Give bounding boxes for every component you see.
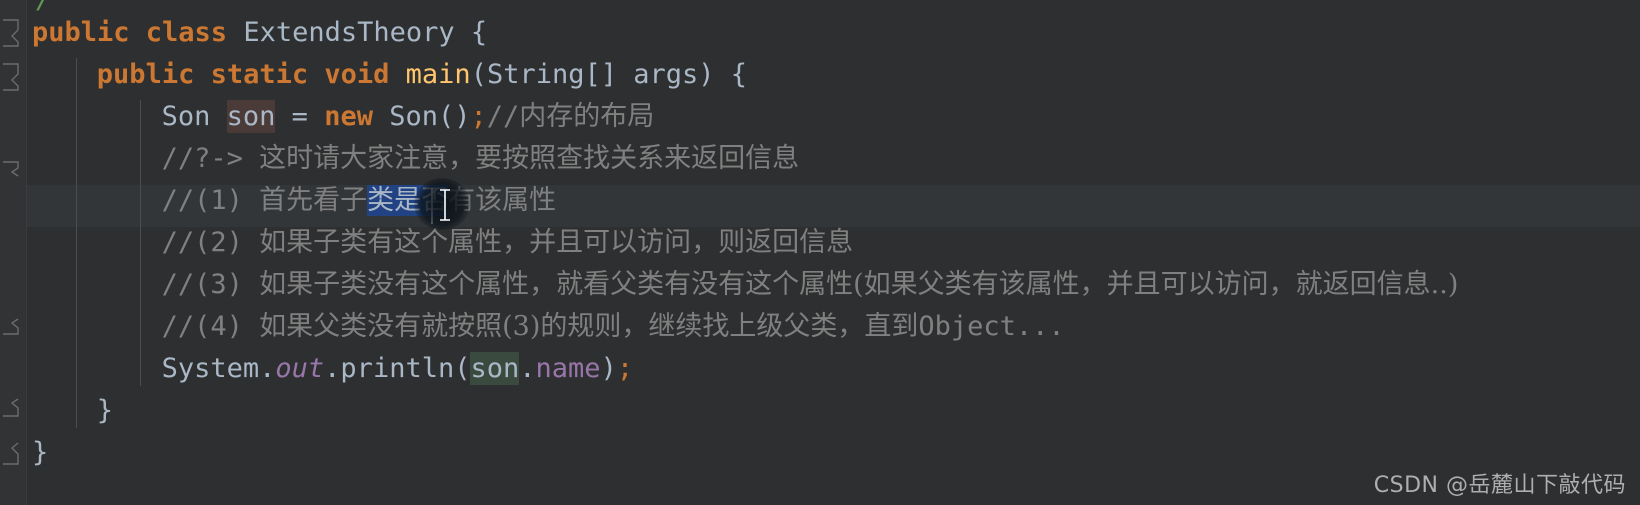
code-line[interactable]: //(3) 如果子类没有这个属性，就看父类有没有这个属性(如果父类有该属性，并且… bbox=[162, 264, 1640, 306]
code-token: //(2) bbox=[161, 227, 260, 258]
code-token: 这时请大家注意，要按照查找关系来返回信息 bbox=[259, 143, 800, 174]
code-line[interactable]: } bbox=[97, 390, 1640, 432]
code-content[interactable]: public class ExtendsTheory { public stati… bbox=[27, 0, 1640, 505]
code-token: 如果父类没有就按照(3)的规则，继续找上级父类，直到 bbox=[259, 311, 919, 342]
code-token: 首先看子 bbox=[259, 185, 368, 216]
code-token: .println( bbox=[324, 353, 471, 384]
code-token: Object... bbox=[918, 311, 1065, 342]
code-token: Son bbox=[161, 101, 227, 132]
code-line-text: //(2) 如果子类有这个属性，并且可以访问，则返回信息 bbox=[162, 227, 854, 258]
code-line[interactable]: public class ExtendsTheory { bbox=[32, 12, 1640, 54]
code-token: new bbox=[324, 101, 390, 132]
fold-marker-body-start[interactable] bbox=[2, 160, 22, 178]
code-line-text: public class ExtendsTheory { bbox=[32, 17, 487, 48]
code-token: (String[] args) { bbox=[470, 59, 748, 90]
code-token: //(1) bbox=[161, 185, 260, 216]
editor-gutter[interactable] bbox=[0, 0, 27, 505]
fold-marker-class-close[interactable] bbox=[2, 442, 22, 466]
code-line-text: public static void main(String[] args) { bbox=[97, 59, 747, 90]
code-token: System. bbox=[161, 353, 276, 384]
code-token: name bbox=[535, 353, 601, 384]
code-line-text: //?-> 这时请大家注意，要按照查找关系来返回信息 bbox=[162, 143, 800, 174]
code-editor[interactable]: / public class ExtendsTheory { public sta… bbox=[0, 0, 1640, 505]
clipped-comment-glyph: / bbox=[36, 0, 52, 15]
code-token: ) bbox=[600, 353, 617, 384]
code-token: } bbox=[32, 437, 49, 468]
code-line[interactable]: Son son = new Son();//内存的布局 bbox=[162, 96, 1640, 138]
code-token: 如果子类有这个属性，并且可以访问，则返回信息 bbox=[259, 227, 854, 258]
csdn-watermark: CSDN @岳麓山下敲代码 bbox=[1373, 473, 1626, 498]
code-token: = bbox=[275, 101, 325, 132]
code-token: . bbox=[519, 353, 536, 384]
code-token: Son() bbox=[389, 101, 471, 132]
code-line[interactable]: //(4) 如果父类没有就按照(3)的规则，继续找上级父类，直到Object..… bbox=[162, 306, 1640, 348]
code-line-text: } bbox=[32, 437, 48, 468]
code-token: ; bbox=[616, 353, 634, 384]
code-token: out bbox=[275, 353, 325, 384]
code-line-text: Son son = new Son();//内存的布局 bbox=[161, 100, 655, 133]
code-token: { bbox=[470, 17, 488, 48]
code-line-text: //(4) 如果父类没有就按照(3)的规则，继续找上级父类，直到Object..… bbox=[162, 311, 1065, 342]
code-line[interactable]: //(2) 如果子类有这个属性，并且可以访问，则返回信息 bbox=[162, 222, 1640, 264]
code-token: ExtendsTheory bbox=[243, 17, 471, 48]
code-line[interactable]: //?-> 这时请大家注意，要按照查找关系来返回信息 bbox=[162, 138, 1640, 180]
code-token: main bbox=[405, 59, 471, 90]
code-token: // bbox=[486, 101, 520, 132]
code-line[interactable]: System.out.println(son.name); bbox=[162, 348, 1640, 390]
code-token: son bbox=[470, 352, 520, 385]
cursor-shadow bbox=[414, 178, 470, 230]
code-line-text: System.out.println(son.name); bbox=[161, 352, 634, 385]
code-token: //?-> bbox=[161, 143, 260, 174]
code-token: 内存的布局 bbox=[519, 101, 655, 132]
indent-guide-1 bbox=[76, 58, 77, 428]
fold-marker-method[interactable] bbox=[2, 62, 22, 92]
fold-marker-class[interactable] bbox=[2, 18, 22, 48]
fold-marker-method-close[interactable] bbox=[2, 398, 22, 418]
code-line-text: //(1) 首先看子类是否有该属性 bbox=[161, 185, 556, 216]
code-token: 如果子类没有这个属性，就看父类有没有这个属性(如果父类有该属性，并且可以访问，就… bbox=[259, 269, 1459, 300]
code-token: public class bbox=[32, 17, 244, 48]
code-line[interactable]: public static void main(String[] args) { bbox=[97, 54, 1640, 96]
code-token: ; bbox=[470, 101, 487, 132]
code-token: //(3) bbox=[161, 269, 260, 300]
code-token: son bbox=[226, 100, 276, 133]
fold-marker-method-end[interactable] bbox=[2, 318, 22, 336]
code-token: //(4) bbox=[161, 311, 260, 342]
code-line-text: //(3) 如果子类没有这个属性，就看父类有没有这个属性(如果父类有该属性，并且… bbox=[162, 269, 1459, 300]
code-token: public static void bbox=[96, 59, 406, 90]
code-line[interactable]: //(1) 首先看子类是否有该属性 bbox=[162, 180, 1640, 222]
indent-guide-2 bbox=[140, 100, 141, 386]
code-line-text: } bbox=[97, 395, 113, 426]
code-token: } bbox=[96, 395, 114, 426]
